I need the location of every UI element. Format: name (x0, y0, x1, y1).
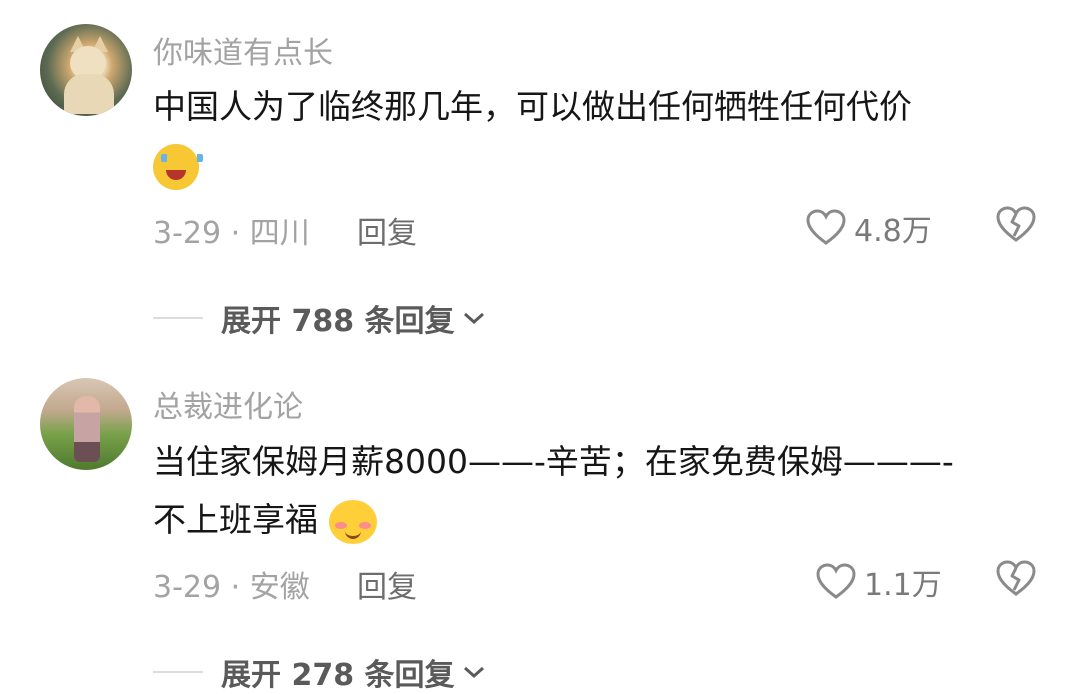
avatar[interactable] (40, 24, 132, 116)
like-button[interactable]: 1.1万 (816, 560, 942, 604)
like-button[interactable]: 4.8万 (806, 206, 932, 250)
divider-line (153, 317, 203, 319)
expand-replies-button[interactable]: 展开 788 条回复 (153, 296, 487, 340)
comment-text-body: 中国人为了临终那几年，可以做出任何牺牲任何代价 (153, 87, 912, 126)
chevron-down-icon (463, 312, 484, 325)
expand-replies-label: 展开 788 条回复 (221, 304, 455, 339)
comment-text-line-2: 不上班享福 (153, 500, 318, 539)
divider-line (153, 671, 203, 673)
reply-button[interactable]: 回复 (357, 562, 417, 606)
heart-icon (816, 563, 856, 599)
avatar[interactable] (40, 378, 132, 470)
username[interactable]: 总裁进化论 (153, 382, 303, 426)
comment-text-line-1: 当住家保姆月薪8000——-辛苦；在家免费保姆———- (153, 442, 954, 481)
expand-replies-button[interactable]: 展开 278 条回复 (153, 650, 487, 694)
shy-smile-emoji-icon (328, 499, 377, 544)
crying-laughing-emoji-icon (153, 143, 203, 190)
chevron-down-icon (463, 666, 484, 679)
comment-text: 当住家保姆月薪8000——-辛苦；在家免费保姆———- 不上班享福 (153, 433, 1043, 549)
date-location: 3-29 · 四川 (153, 216, 310, 251)
date-location: 3-29 · 安徽 (153, 570, 310, 605)
like-count: 4.8万 (854, 214, 932, 249)
like-count: 1.1万 (864, 568, 942, 603)
comment-text: 中国人为了临终那几年，可以做出任何牺牲任何代价 (153, 78, 1043, 194)
heart-icon (806, 209, 846, 245)
broken-heart-icon[interactable] (996, 560, 1036, 598)
username[interactable]: 你味道有点长 (153, 28, 333, 72)
reply-button[interactable]: 回复 (357, 208, 417, 252)
expand-replies-label: 展开 278 条回复 (221, 658, 455, 693)
broken-heart-icon[interactable] (996, 206, 1036, 244)
